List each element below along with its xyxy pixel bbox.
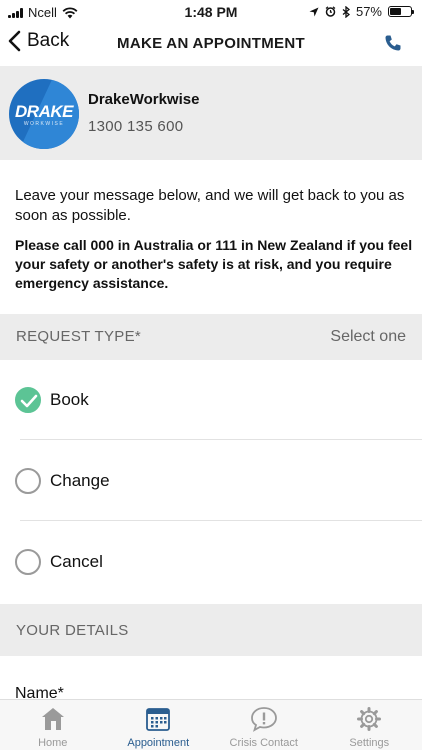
tab-home[interactable]: Home: [0, 700, 106, 750]
gear-icon: [357, 707, 382, 731]
option-change[interactable]: Change: [0, 441, 422, 521]
tab-crisis-contact[interactable]: Crisis Contact: [211, 700, 317, 750]
option-cancel[interactable]: Cancel: [0, 522, 422, 602]
tab-settings[interactable]: Settings: [317, 700, 422, 750]
tab-label: Home: [38, 737, 68, 749]
phone-icon: [385, 35, 401, 51]
provider-logo: DRAKE WORKWISE: [9, 79, 79, 149]
status-bar: Ncell 1:48 PM 57%: [0, 0, 422, 24]
tab-appointment[interactable]: Appointment: [106, 700, 212, 750]
battery-icon: [388, 6, 414, 17]
divider: [20, 520, 422, 521]
tab-label: Crisis Contact: [229, 737, 298, 749]
request-type-selector[interactable]: REQUEST TYPE* Select one: [0, 314, 422, 360]
option-label: Cancel: [50, 552, 103, 571]
provider-name: DrakeWorkwise: [88, 91, 200, 108]
details-section-header: YOUR DETAILS: [0, 604, 422, 656]
provider-card: DRAKE WORKWISE DrakeWorkwise 1300 135 60…: [0, 66, 422, 160]
chat-alert-icon: [250, 707, 277, 732]
option-book[interactable]: Book: [0, 360, 422, 440]
home-icon: [41, 708, 64, 730]
bluetooth-icon: [342, 5, 350, 18]
intro-message: Leave your message below, and we will ge…: [15, 187, 405, 224]
emergency-warning: Please call 000 in Australia or 111 in N…: [15, 237, 413, 291]
alarm-icon: [325, 6, 336, 17]
page-title: MAKE AN APPOINTMENT: [117, 35, 305, 52]
tab-label: Settings: [349, 737, 390, 749]
battery-percent: 57%: [355, 4, 382, 19]
nav-bar: Back MAKE AN APPOINTMENT: [0, 24, 422, 66]
details-label: YOUR DETAILS: [16, 622, 129, 639]
radio-book[interactable]: [15, 387, 41, 413]
calendar-icon: [146, 708, 171, 731]
checkmark-icon: [20, 394, 38, 408]
radio-cancel[interactable]: [15, 549, 41, 575]
tab-bar: Home Appointment Crisis Contact Settings: [0, 699, 422, 750]
request-type-value: Select one: [330, 328, 406, 345]
call-button[interactable]: [384, 34, 402, 57]
logo-text: DRAKE: [15, 102, 73, 121]
tab-label: Appointment: [127, 737, 190, 749]
divider: [20, 439, 422, 440]
location-icon: [309, 7, 319, 16]
logo-subtext: WORKWISE: [23, 121, 65, 127]
request-type-label: REQUEST TYPE*: [16, 328, 142, 345]
radio-change[interactable]: [15, 468, 41, 494]
option-label: Book: [50, 390, 89, 409]
option-label: Change: [50, 471, 110, 490]
provider-phone[interactable]: 1300 135 600: [88, 118, 183, 135]
status-right: 57%: [309, 4, 414, 19]
